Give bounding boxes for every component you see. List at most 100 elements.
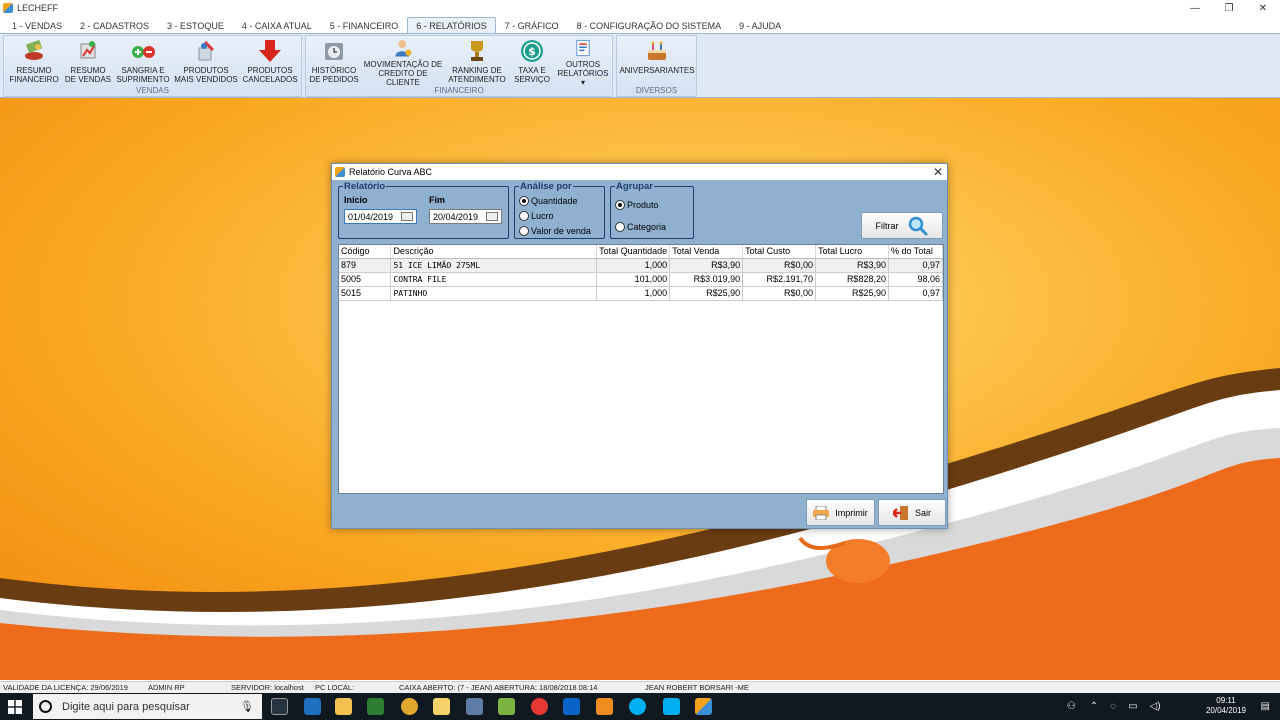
file-explorer-icon[interactable]: [335, 698, 352, 715]
taskbar-clock[interactable]: 09:11 20/04/2019: [1206, 696, 1246, 716]
col-percentual-total[interactable]: % do Total: [888, 245, 944, 259]
network-icon[interactable]: ◌: [1110, 701, 1116, 712]
curva-abc-table[interactable]: Código Descrição Total Quantidade Total …: [338, 244, 944, 494]
cell-codigo: 5015: [339, 286, 392, 301]
notifications-icon[interactable]: ▤: [1261, 701, 1270, 712]
notes-icon[interactable]: [433, 698, 450, 715]
battery-icon[interactable]: ▭: [1128, 701, 1137, 712]
radio-lucro[interactable]: Lucro: [519, 211, 554, 221]
sair-button[interactable]: Sair: [878, 499, 946, 526]
restore-button[interactable]: ❐: [1212, 0, 1246, 16]
inicio-label: Início: [344, 195, 368, 205]
excel-icon[interactable]: [367, 698, 384, 715]
historico-pedidos-button[interactable]: HISTÓRICO DE PEDIDOS: [309, 37, 359, 87]
resumo-vendas-button[interactable]: RESUMO DE VENDAS: [64, 37, 112, 87]
radio-valor-venda[interactable]: Valor de venda: [519, 226, 591, 236]
calendar-dropdown-icon[interactable]: [401, 212, 413, 221]
cell-total-custo: R$0,00: [742, 286, 817, 301]
relatorio-legend: Relatório: [343, 181, 387, 192]
tab-estoque[interactable]: 3 - ESTOQUE: [158, 17, 233, 33]
cell-percentual: 0,97: [888, 286, 944, 301]
col-total-quantidade[interactable]: Total Quantidade: [596, 245, 671, 259]
col-total-venda[interactable]: Total Venda: [669, 245, 744, 259]
microphone-icon[interactable]: 🎙: [240, 700, 254, 713]
ribbon-group-diversos: ANIVERSARIANTES DIVERSOS: [616, 35, 697, 97]
analise-fieldset: Análise por Quantidade Lucro Valor de ve…: [514, 181, 605, 239]
tab-configuracao[interactable]: 8 - CONFIGURAÇÃO DO SISTEMA: [568, 17, 731, 33]
fim-date-input[interactable]: 20/04/2019: [429, 209, 502, 224]
outros-relatorios-button[interactable]: OUTROS RELATÓRIOS ▾: [556, 37, 610, 87]
table-row[interactable]: 879 51 ICE LIMÃO 275ML 1,000 R$3,90 R$0,…: [339, 258, 944, 273]
curva-abc-dialog: Relatório Curva ABC ✕ Relatório Início F…: [331, 163, 948, 529]
analise-legend: Análise por: [519, 181, 573, 192]
cell-percentual: 98,06: [888, 272, 944, 287]
task-view-icon[interactable]: [271, 698, 288, 715]
skype-business-icon[interactable]: [663, 698, 680, 715]
tab-ajuda[interactable]: 9 - AJUDA: [730, 17, 790, 33]
group-label-vendas: VENDAS: [136, 86, 169, 95]
radio-dot-icon: [519, 196, 529, 206]
calendar-dropdown-icon[interactable]: [486, 212, 498, 221]
tray-arrow-icon[interactable]: ⌃: [1090, 701, 1098, 712]
people-icon[interactable]: ⚇: [1067, 701, 1076, 712]
taxa-servico-button[interactable]: $ TAXA E SERVIÇO: [511, 37, 553, 87]
close-window-button[interactable]: ✕: [1246, 0, 1280, 16]
radio-quantidade[interactable]: Quantidade: [519, 196, 578, 206]
cortana-icon: [39, 700, 52, 713]
database-icon[interactable]: [466, 698, 483, 715]
tab-caixa-atual[interactable]: 4 - CAIXA ATUAL: [233, 17, 321, 33]
col-total-custo[interactable]: Total Custo: [742, 245, 817, 259]
produtos-cancelados-button[interactable]: PRODUTOS CANCELADOS: [242, 37, 298, 87]
tab-financeiro[interactable]: 5 - FINANCEIRO: [321, 17, 408, 33]
app-icon-2[interactable]: [498, 698, 515, 715]
start-button[interactable]: [0, 693, 30, 720]
produtos-mais-vendidos-button[interactable]: PRODUTOS MAIS VENDIDOS: [174, 37, 238, 87]
teamviewer-icon[interactable]: [304, 698, 321, 715]
cell-descricao: PATINHO: [390, 286, 598, 301]
status-validade: VALIDADE DA LICENÇA: 29/06/2019: [3, 683, 128, 692]
user-credit-icon: [395, 40, 412, 57]
dialog-close-icon[interactable]: ✕: [933, 165, 943, 179]
sangria-suprimento-button[interactable]: SANGRIA E SUPRIMENTO: [116, 37, 170, 87]
filtrar-button[interactable]: Filtrar: [861, 212, 943, 239]
tab-grafico[interactable]: 7 - GRÁFICO: [496, 17, 568, 33]
table-row[interactable]: 5005 CONTRA FILE 101,000 R$3.019,90 R$2.…: [339, 272, 944, 287]
volume-icon[interactable]: ◁): [1150, 701, 1161, 712]
chrome-icon[interactable]: [531, 698, 548, 715]
ranking-atendimento-button[interactable]: RANKING DE ATENDIMENTO: [447, 37, 507, 87]
inicio-date-input[interactable]: 01/04/2019: [344, 209, 417, 224]
cell-total-custo: R$0,00: [742, 258, 817, 273]
ribbon: RESUMO FINANCEIRO RESUMO DE VENDAS SANGR…: [0, 33, 1280, 98]
skype-icon[interactable]: [629, 698, 646, 715]
col-descricao[interactable]: Descrição: [390, 245, 598, 259]
taskbar-search-box[interactable]: Digite aqui para pesquisar 🎙: [33, 694, 262, 719]
exit-door-icon: [892, 505, 908, 520]
tab-cadastros[interactable]: 2 - CADASTROS: [71, 17, 158, 33]
report-icon: [576, 39, 590, 57]
aniversariantes-button[interactable]: ANIVERSARIANTES: [619, 37, 695, 87]
lecheff-taskbar-icon[interactable]: [695, 698, 712, 715]
window-title: LECHEFF: [17, 3, 59, 13]
imprimir-button[interactable]: Imprimir: [806, 499, 875, 526]
products-icon: [198, 40, 215, 61]
app-icon-1[interactable]: [401, 698, 418, 715]
svg-text:$: $: [528, 45, 536, 58]
table-row[interactable]: 5015 PATINHO 1,000 R$25,90 R$0,00 R$25,9…: [339, 286, 944, 301]
col-total-lucro[interactable]: Total Lucro: [815, 245, 889, 259]
radio-produto[interactable]: Produto: [615, 200, 659, 210]
money-icon: [25, 39, 43, 60]
outlook-icon[interactable]: [563, 698, 580, 715]
resumo-financeiro-button[interactable]: RESUMO FINANCEIRO: [8, 37, 60, 87]
tab-relatorios[interactable]: 6 - RELATÓRIOS: [407, 17, 496, 33]
history-icon: [325, 43, 343, 60]
radio-dot-icon: [519, 226, 529, 236]
app-logo-icon: [3, 3, 13, 13]
minimize-button[interactable]: —: [1178, 0, 1212, 16]
radio-categoria[interactable]: Categoria: [615, 222, 666, 232]
tab-vendas[interactable]: 1 - VENDAS: [3, 17, 71, 33]
col-codigo[interactable]: Código: [339, 245, 392, 259]
group-label-financeiro: FINANCEIRO: [434, 86, 484, 95]
sublime-icon[interactable]: [596, 698, 613, 715]
agrupar-legend: Agrupar: [615, 181, 654, 192]
movimentacao-credito-button[interactable]: MOVIMENTAÇÃO DE CREDITO DE CLIENTE: [363, 37, 443, 87]
